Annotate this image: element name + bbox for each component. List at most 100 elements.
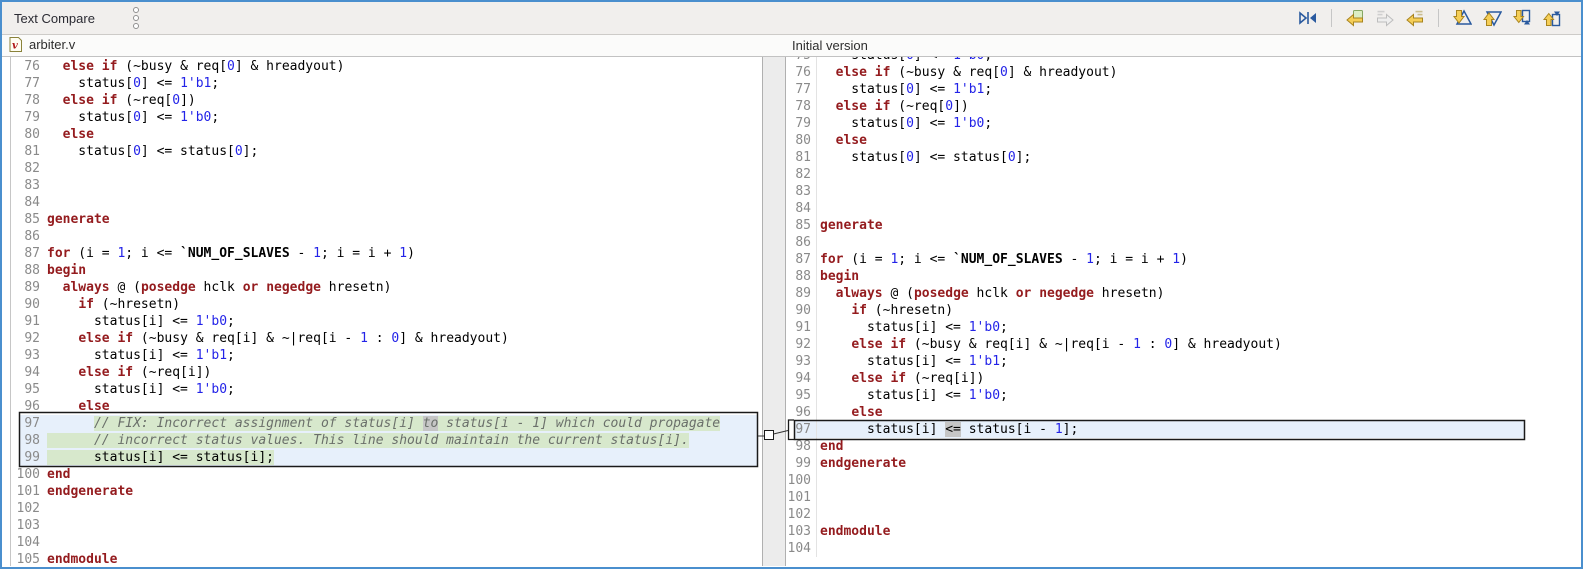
code-line[interactable]: 89 always @ (posedge hclk or negedge hre…: [786, 285, 1581, 302]
code-text: status[0] <= status[0];: [820, 150, 1032, 165]
right-editor[interactable]: 75 status[0] <= 1'b0;76 else if (~busy &…: [786, 57, 1581, 566]
code-line[interactable]: 102: [786, 506, 1581, 523]
next-difference-button[interactable]: [1449, 6, 1475, 30]
code-line[interactable]: 83: [11, 177, 761, 194]
code-line[interactable]: 87 for (i = 1; i <= `NUM_OF_SLAVES - 1; i…: [786, 251, 1581, 268]
code-line[interactable]: 93 status[i] <= 1'b1;: [11, 347, 761, 364]
code-line[interactable]: 90 if (~hresetn): [11, 296, 761, 313]
line-number: 85: [24, 212, 40, 227]
code-line[interactable]: 81 status[0] <= status[0];: [11, 143, 761, 160]
code-line[interactable]: 94 else if (~req[i]): [11, 364, 761, 381]
code-line[interactable]: 80 else: [11, 126, 761, 143]
code-line[interactable]: 93 status[i] <= 1'b1;: [786, 353, 1581, 370]
code-text: // incorrect status values. This line sh…: [44, 432, 689, 449]
code-line[interactable]: 81 status[0] <= status[0];: [786, 149, 1581, 166]
line-number: 82: [24, 161, 40, 176]
code-line[interactable]: 82: [786, 166, 1581, 183]
code-line[interactable]: 77 status[0] <= 1'b1;: [11, 75, 761, 92]
code-line[interactable]: 79 status[0] <= 1'b0;: [11, 109, 761, 126]
code-line[interactable]: 96 else: [11, 398, 761, 415]
code-line[interactable]: 78 else if (~req[0]): [11, 92, 761, 109]
code-line[interactable]: 76 else if (~busy & req[0] & hreadyout): [11, 58, 761, 75]
code-text: else: [851, 405, 883, 420]
code-line[interactable]: 89 always @ (posedge hclk or negedge hre…: [11, 279, 761, 296]
code-line[interactable]: 94 else if (~req[i]): [786, 370, 1581, 387]
code-line[interactable]: 78 else if (~req[0]): [786, 98, 1581, 115]
code-line[interactable]: 85 generate: [786, 217, 1581, 234]
left-code-area[interactable]: 76 else if (~busy & req[0] & hreadyout) 7…: [11, 58, 761, 566]
code-line[interactable]: 90 if (~hresetn): [786, 302, 1581, 319]
code-line[interactable]: 100: [786, 472, 1581, 489]
left-editor[interactable]: 76 else if (~busy & req[0] & hreadyout) 7…: [2, 57, 762, 566]
code-line[interactable]: 99 endgenerate: [786, 455, 1581, 472]
code-line[interactable]: 95 status[i] <= 1'b0;: [786, 387, 1581, 404]
code-line[interactable]: 91 status[i] <= 1'b0;: [786, 319, 1581, 336]
code-line[interactable]: 103 endmodule: [786, 523, 1581, 540]
code-line[interactable]: 75 status[0] <= 1'b0;: [786, 57, 1581, 64]
view-title: Text Compare: [14, 10, 95, 26]
code-line[interactable]: 92 else if (~busy & req[i] & ~|req[i - 1…: [11, 330, 761, 347]
code-line[interactable]: 86: [11, 228, 761, 245]
code-line[interactable]: 101: [786, 489, 1581, 506]
code-text: endmodule: [820, 524, 891, 539]
code-text: status[i] <= 1'b1;: [820, 354, 1008, 369]
code-line[interactable]: 100 end: [11, 466, 761, 483]
code-line[interactable]: 97 // FIX: Incorrect assignment of statu…: [11, 415, 761, 432]
code-line[interactable]: 97 status[i] <= status[i - 1];: [786, 421, 1581, 438]
code-line[interactable]: 76 else if (~busy & req[0] & hreadyout): [786, 64, 1581, 81]
line-number: 89: [786, 285, 817, 302]
previous-change-button[interactable]: [1539, 6, 1565, 30]
code-line[interactable]: 99 status[i] <= status[i];: [11, 449, 761, 466]
right-code-area[interactable]: 75 status[0] <= 1'b0;76 else if (~busy &…: [786, 57, 1581, 557]
line-number: 104: [16, 535, 40, 550]
diff-handle[interactable]: [764, 430, 774, 440]
line-number: 90: [24, 297, 40, 312]
line-number: 81: [24, 144, 40, 159]
toolbar: Text Compare: [2, 2, 1581, 35]
code-line[interactable]: 87 for (i = 1; i <= `NUM_OF_SLAVES - 1; i…: [11, 245, 761, 262]
code-line[interactable]: 96 else: [786, 404, 1581, 421]
previous-difference-button[interactable]: [1479, 6, 1505, 30]
code-line[interactable]: 101 endgenerate: [11, 483, 761, 500]
next-change-button[interactable]: [1509, 6, 1535, 30]
copy-current-right-to-left-button[interactable]: [1402, 6, 1428, 30]
code-line[interactable]: 84: [11, 194, 761, 211]
line-number: 78: [786, 98, 817, 115]
code-line[interactable]: 79 status[0] <= 1'b0;: [786, 115, 1581, 132]
view-menu-grip-icon[interactable]: [132, 7, 139, 29]
code-line[interactable]: 77 status[0] <= 1'b1;: [786, 81, 1581, 98]
code-text: end: [47, 467, 71, 482]
code-line[interactable]: 98 end: [786, 438, 1581, 455]
code-text: endmodule: [47, 552, 118, 566]
line-number: 87: [786, 251, 817, 268]
line-number: 104: [786, 540, 817, 557]
code-line[interactable]: 104: [786, 540, 1581, 557]
code-line[interactable]: 103: [11, 517, 761, 534]
copy-current-left-to-right-button[interactable]: [1372, 6, 1398, 30]
code-line[interactable]: 105 endmodule: [11, 551, 761, 566]
code-line[interactable]: 102: [11, 500, 761, 517]
code-line[interactable]: 88 begin: [786, 268, 1581, 285]
code-line[interactable]: 92 else if (~busy & req[i] & ~|req[i - 1…: [786, 336, 1581, 353]
code-line[interactable]: 91 status[i] <= 1'b0;: [11, 313, 761, 330]
code-line[interactable]: 95 status[i] <= 1'b0;: [11, 381, 761, 398]
code-text: else if (~busy & req[0] & hreadyout): [835, 65, 1118, 80]
code-line[interactable]: 82: [11, 160, 761, 177]
next-change-icon: [1512, 9, 1531, 25]
line-number: 90: [786, 302, 817, 319]
code-text: for (i = 1; i <= `NUM_OF_SLAVES - 1; i =…: [820, 252, 1188, 267]
code-line[interactable]: 85 generate: [11, 211, 761, 228]
swap-left-right-button[interactable]: [1295, 6, 1321, 30]
code-line[interactable]: 88 begin: [11, 262, 761, 279]
copy-all-right-to-left-button[interactable]: [1342, 6, 1368, 30]
code-line[interactable]: 84: [786, 200, 1581, 217]
code-line[interactable]: 104: [11, 534, 761, 551]
line-number: 81: [786, 149, 817, 166]
code-line[interactable]: 86: [786, 234, 1581, 251]
code-line[interactable]: 98 // incorrect status values. This line…: [11, 432, 761, 449]
code-line[interactable]: 83: [786, 183, 1581, 200]
code-line[interactable]: 80 else: [786, 132, 1581, 149]
